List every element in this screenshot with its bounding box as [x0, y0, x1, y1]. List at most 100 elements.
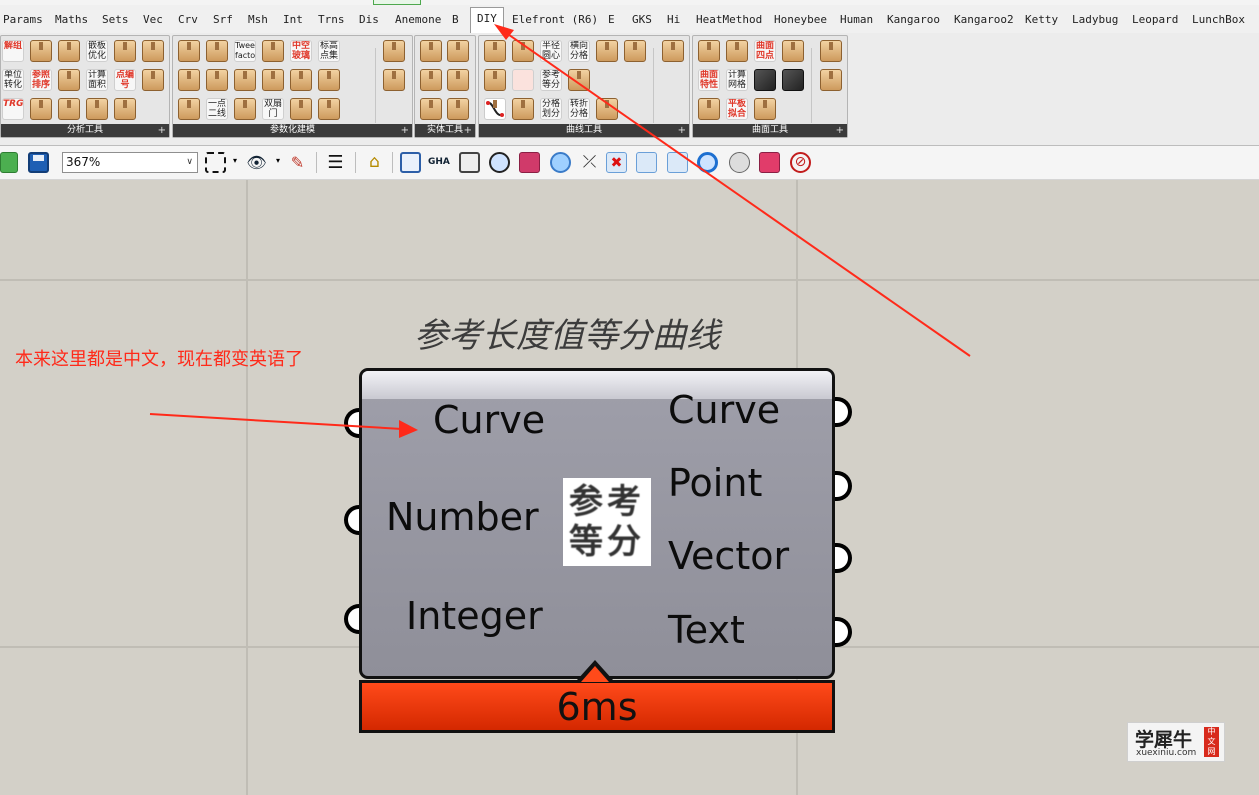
component-box-icon[interactable] [262, 69, 284, 91]
align-icon[interactable]: ☰ [325, 152, 346, 173]
component-box-icon[interactable] [447, 98, 469, 120]
surface-four-points-button[interactable]: 曲面四点 [754, 40, 776, 62]
tab-diy[interactable]: DIY [470, 7, 504, 33]
grid-divide-button[interactable]: 分格划分 [540, 98, 562, 120]
tween-factor-button[interactable]: Tween factor [234, 40, 256, 62]
component-box-icon[interactable] [383, 69, 405, 91]
component-box-icon[interactable] [262, 40, 284, 62]
component-box-icon[interactable] [290, 98, 312, 120]
zoom-dropdown[interactable]: 367% ∨ [62, 152, 198, 173]
tab-int[interactable]: Int [283, 10, 303, 30]
compute-mesh-button[interactable]: 计算网格 [726, 69, 748, 91]
bake-icon[interactable]: ⌂ [364, 152, 385, 173]
tab-maths[interactable]: Maths [55, 10, 88, 30]
reference-sort-button[interactable]: 参照排序 [30, 69, 52, 91]
component-box-icon[interactable] [447, 40, 469, 62]
component-box-icon[interactable] [234, 98, 256, 120]
tab-vec[interactable]: Vec [143, 10, 163, 30]
surface-properties-button[interactable]: 曲面特性 [698, 69, 720, 91]
component-box-icon[interactable] [726, 40, 748, 62]
horizontal-grid-button[interactable]: 横向分格 [568, 40, 590, 62]
tab-honeybee[interactable]: Honeybee [774, 10, 827, 30]
gha-icon[interactable]: GHA [428, 152, 450, 173]
tab-heatmethod[interactable]: HeatMethod [696, 10, 762, 30]
component-box-icon[interactable] [698, 98, 720, 120]
open-icon[interactable] [0, 152, 18, 173]
elevation-points-button[interactable]: 标高点集 [318, 40, 340, 62]
component-box-icon[interactable] [447, 69, 469, 91]
component-box-icon[interactable] [30, 98, 52, 120]
grid-icon[interactable] [759, 152, 780, 173]
tab-b[interactable]: B [452, 10, 459, 30]
component-box-icon[interactable] [820, 69, 842, 91]
component-box-icon[interactable] [58, 40, 80, 62]
tab-sets[interactable]: Sets [102, 10, 129, 30]
component-box-icon[interactable] [318, 98, 340, 120]
component-box-icon[interactable] [484, 69, 506, 91]
tab-human[interactable]: Human [840, 10, 873, 30]
component-box-icon[interactable] [58, 98, 80, 120]
tab-elefront[interactable]: Elefront (R6) [512, 10, 598, 30]
brush-icon[interactable]: ✎ [287, 152, 308, 173]
component-box-icon[interactable] [698, 40, 720, 62]
tab-e[interactable]: E [608, 10, 615, 30]
component-box-icon[interactable] [30, 40, 52, 62]
component-box-icon[interactable] [484, 40, 506, 62]
palette-icon[interactable] [729, 152, 750, 173]
component-box-icon[interactable] [624, 40, 646, 62]
capture-icon[interactable] [400, 152, 421, 173]
component-box-icon[interactable] [420, 98, 442, 120]
dropdown-arrow-icon[interactable]: ▾ [233, 156, 237, 165]
component-box-icon[interactable] [206, 69, 228, 91]
component-box-icon[interactable] [58, 69, 80, 91]
disable-icon[interactable]: ⊘ [790, 152, 811, 173]
flat-panel-fit-button[interactable]: 平板拟合 [726, 98, 748, 120]
window-icon[interactable] [459, 152, 480, 173]
component-box-icon[interactable] [142, 40, 164, 62]
tab-msh[interactable]: Msh [248, 10, 268, 30]
cluster-icon[interactable] [519, 152, 540, 173]
component-box-icon[interactable] [290, 69, 312, 91]
component-box-icon[interactable] [178, 98, 200, 120]
wire-icon[interactable]: ⤫ [579, 152, 600, 173]
tab-gks[interactable]: GKS [632, 10, 652, 30]
curve-wire-icon[interactable] [636, 152, 657, 173]
tab-dis[interactable]: Dis [359, 10, 379, 30]
component-box-icon[interactable] [782, 40, 804, 62]
component-box-icon[interactable] [568, 69, 590, 91]
component-box-icon[interactable] [512, 40, 534, 62]
component-box-icon[interactable] [114, 40, 136, 62]
reference-divide-button[interactable]: 参考等分 [540, 69, 562, 91]
component-box-icon[interactable] [420, 69, 442, 91]
select-delete-icon[interactable]: ✖ [606, 152, 627, 173]
component-box-icon[interactable] [206, 40, 228, 62]
tab-kangaroo[interactable]: Kangaroo [887, 10, 940, 30]
tab-leopard[interactable]: Leopard [1132, 10, 1178, 30]
component-box-icon[interactable] [178, 40, 200, 62]
mosaic-icon[interactable] [512, 69, 534, 91]
component-box-icon[interactable] [142, 69, 164, 91]
zoom-extents-icon[interactable] [205, 152, 226, 173]
one-point-two-lines-button[interactable]: 一点二线 [206, 98, 228, 120]
component-box-icon[interactable] [662, 40, 684, 62]
turn-grid-button[interactable]: 转折分格 [568, 98, 590, 120]
component-box-icon[interactable] [596, 98, 618, 120]
double-door-button[interactable]: 双扇门 [262, 98, 284, 120]
point-number-button[interactable]: 点编号 [114, 69, 136, 91]
cube-icon[interactable] [754, 69, 776, 91]
search-icon[interactable] [489, 152, 510, 173]
tab-params[interactable]: Params [3, 10, 43, 30]
tab-lunchbox[interactable]: LunchBox [1192, 10, 1245, 30]
tab-anemone[interactable]: Anemone [395, 10, 441, 30]
component-box-icon[interactable] [820, 40, 842, 62]
panel-optimize-button[interactable]: 嵌板优化 [86, 40, 108, 62]
unit-convert-button[interactable]: 单位转化 [2, 69, 24, 91]
component-box-icon[interactable] [383, 40, 405, 62]
hidden-wire-icon[interactable] [667, 152, 688, 173]
trg-button[interactable]: TRG [2, 98, 24, 120]
component-box-icon[interactable] [234, 69, 256, 91]
save-icon[interactable] [28, 152, 49, 173]
compute-area-button[interactable]: 计算面积 [86, 69, 108, 91]
component-box-icon[interactable] [596, 40, 618, 62]
component-box-icon[interactable] [318, 69, 340, 91]
